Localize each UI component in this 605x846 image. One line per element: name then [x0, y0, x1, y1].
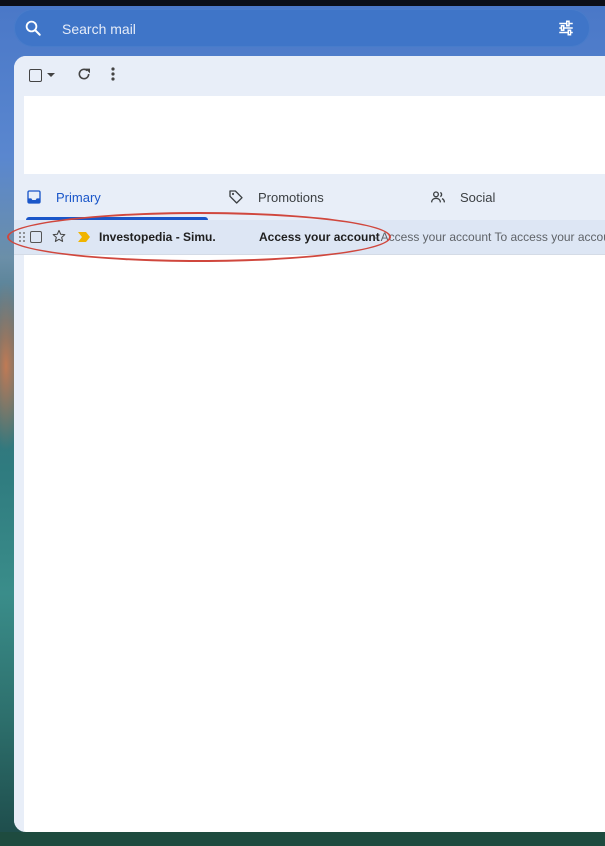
more-options-icon[interactable]: [109, 66, 117, 82]
email-select-checkbox[interactable]: [30, 231, 42, 243]
star-icon[interactable]: [52, 229, 66, 243]
search-input[interactable]: [60, 18, 544, 40]
tag-icon: [229, 190, 243, 204]
inbox-icon: [27, 190, 41, 204]
select-all-checkbox[interactable]: [29, 69, 42, 82]
search-icon[interactable]: [24, 19, 42, 37]
people-icon: [431, 191, 445, 203]
tab-social[interactable]: Social: [430, 174, 605, 220]
email-subject: Access your account: [259, 230, 380, 244]
select-dropdown-icon[interactable]: [47, 73, 55, 77]
tab-primary-label: Primary: [56, 189, 101, 205]
tab-primary[interactable]: Primary: [26, 174, 216, 220]
email-row[interactable]: Investopedia - Simu. Access your account…: [14, 220, 605, 255]
category-tabs: Primary Promotions Social: [14, 174, 605, 221]
important-marker-icon[interactable]: [78, 232, 90, 242]
mail-toolbar: [14, 56, 605, 96]
search-options-icon[interactable]: [557, 19, 575, 37]
tab-promotions-label: Promotions: [258, 189, 324, 205]
email-sender: Investopedia - Simu.: [99, 230, 216, 244]
search-bar[interactable]: [14, 9, 590, 47]
email-snippet: - Access your account To access your acc…: [374, 230, 605, 244]
refresh-icon[interactable]: [76, 66, 92, 82]
mail-panel: Primary Promotions Social Investopedia -…: [14, 56, 605, 832]
content-header-area: [24, 96, 605, 174]
desktop-bottom: [0, 832, 605, 846]
drag-handle-icon[interactable]: [18, 231, 26, 243]
tab-promotions[interactable]: Promotions: [228, 174, 418, 220]
tab-social-label: Social: [460, 189, 496, 205]
